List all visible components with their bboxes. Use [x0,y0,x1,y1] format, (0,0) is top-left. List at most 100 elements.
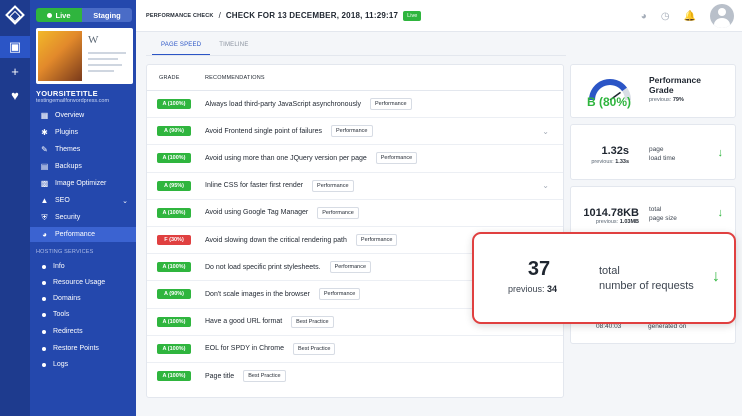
pie-chart-icon[interactable]: ◕ [641,11,647,22]
recommendation-text: Avoid using more than one JQuery version… [205,154,367,162]
environment-toggle[interactable]: Live Staging [36,8,132,22]
avatar[interactable] [710,4,734,28]
nav-backups[interactable]: ▤ Backups [30,159,136,174]
heart-icon[interactable]: ♥ [0,84,30,106]
nav-plugins[interactable]: ✱ Plugins [30,125,136,140]
tab-page-speed[interactable]: PAGE SPEED [152,38,211,55]
table-row[interactable]: A (100%) Always load third-party JavaScri… [147,91,563,119]
bullet-icon [42,264,46,269]
add-icon[interactable]: + [0,60,30,82]
nav-security[interactable]: ⛨ Security [30,210,136,225]
nav-performance[interactable]: ◕ Performance [30,227,136,242]
load-time-previous: previous: 1.33s [591,159,629,165]
bullet-icon [42,296,46,301]
recommendations-table: GRADE RECOMMENDATIONS A (100%) Always loa… [146,64,564,398]
table-row[interactable]: A (95%) Inline CSS for faster first rende… [147,173,563,200]
brand-logo-icon[interactable] [5,5,25,25]
grade-badge: A (100%) [157,99,191,110]
nav-tools[interactable]: Tools [30,307,136,322]
grade-badge: A (100%) [157,371,191,382]
page-title: CHECK FOR 13 DECEMBER, 2018, 11:29:17 [225,11,399,20]
load-time-value: 1.32s [601,145,629,157]
load-time-label: page load time [649,146,676,162]
recommendation-text: Avoid slowing down the critical renderin… [205,236,347,244]
bullet-icon [42,312,46,317]
nav-redirects[interactable]: Redirects [30,324,136,339]
staging-toggle-button[interactable]: Staging [82,8,132,22]
category-tag: Performance [318,288,361,301]
shield-icon: ⛨ [41,212,48,222]
chevron-down-icon: ⌄ [122,197,128,205]
nav-resource-usage[interactable]: Resource Usage [30,275,136,290]
category-tag: Performance [370,98,412,111]
plugin-icon: ✱ [41,128,48,137]
grid-icon: ▦ [40,111,49,120]
nav-themes[interactable]: ✎ Themes [30,142,136,157]
nav-seo[interactable]: ▲ SEO ⌄ [30,193,136,208]
recommendation-text: Avoid using Google Tag Manager [205,209,309,217]
table-row[interactable]: A (90%) Avoid Frontend single point of fa… [147,118,563,146]
nav-restore-points[interactable]: Restore Points [30,341,136,356]
bell-icon[interactable]: 🔔 [684,11,696,22]
wordpress-logo-icon: W [88,34,99,46]
chart-icon: ▲ [40,196,49,205]
performance-grade-card: B (80%) Performance Grade previous: 79% [570,64,736,118]
table-row[interactable]: A (100%) EOL for SPDY in Chrome Best Pract… [147,336,563,363]
nav-overview[interactable]: ▦ Overview [30,108,136,123]
sidebar: Live Staging W YOURSITETITLE testingemai… [30,0,136,416]
status-badge: Live [403,10,422,21]
recommendation-text: EOL for SPDY in Chrome [205,345,284,353]
category-tag: Best Practice [292,342,336,355]
recommendation-text: Always load third-party JavaScript async… [205,100,362,108]
breadcrumb-separator: / [218,11,221,20]
recommendation-text: Page title [205,372,235,380]
table-header: GRADE RECOMMENDATIONS [147,65,563,91]
nav-image-optimizer[interactable]: ▩ Image Optimizer [30,176,136,191]
table-row[interactable]: A (100%) Avoid using Google Tag Manager Pe… [147,200,563,227]
site-url[interactable]: testingemailforwordpress.com [36,98,134,104]
arrow-down-icon: ↓ [712,268,720,285]
arrow-down-icon: ↓ [717,207,724,219]
bullet-icon [42,346,46,351]
grade-column-header: GRADE [159,74,180,81]
image-icon: ▩ [40,179,49,188]
grade-badge: A (90%) [157,289,191,300]
grade-badge: A (100%) [157,316,191,327]
icon-rail: ▣ + ♥ [0,0,30,416]
table-row[interactable]: A (100%) Avoid using more than one JQuery… [147,145,563,173]
clock-icon[interactable]: ◷ [661,11,670,22]
chevron-down-icon[interactable]: ⌄ [542,127,549,136]
site-thumbnail[interactable]: W [36,28,133,84]
page-size-previous: previous: 1.03MB [595,219,639,225]
category-tag: Performance [329,261,372,274]
requests-label: total number of requests [599,265,694,292]
requests-previous: previous: 34 [508,284,558,294]
category-tag: Best Practice [243,370,286,383]
nav-info[interactable]: Info [30,259,136,274]
live-dot-icon [47,12,53,18]
recommendation-text: Inline CSS for faster first render [205,182,304,190]
nav-logs[interactable]: Logs [30,357,136,372]
chevron-down-icon[interactable]: ⌄ [542,181,549,190]
category-tag: Performance [331,125,373,138]
tab-timeline[interactable]: TIMELINE [210,38,257,55]
recommendations-column-header: RECOMMENDATIONS [205,74,265,81]
performance-grade-title: Performance Grade [649,75,701,95]
page-header: PERFORMANCE CHECK / CHECK FOR 13 DECEMBE… [136,0,742,32]
grade-badge: A (95%) [157,180,191,191]
nav-domains[interactable]: Domains [30,291,136,306]
sites-icon[interactable]: ▣ [0,36,30,58]
page-size-label: total page size [649,206,677,222]
live-toggle-button[interactable]: Live [36,8,82,22]
tab-bar: PAGE SPEED TIMELINE [152,38,258,55]
arrow-down-icon: ↓ [717,147,724,159]
performance-previous: previous: 79% [649,97,684,103]
generated-time: 08:40:03 [596,323,622,330]
site-title: YOURSITETITLE [36,89,98,98]
requests-highlight-card: 37 previous: 34 total number of requests … [472,232,736,324]
database-icon: ▤ [40,162,49,171]
requests-value: 37 [527,258,551,280]
hosting-services-header: HOSTING SERVICES [36,249,94,255]
grade-badge: A (100%) [157,207,191,218]
table-row[interactable]: A (100%) Page title Best Practice [147,363,563,390]
